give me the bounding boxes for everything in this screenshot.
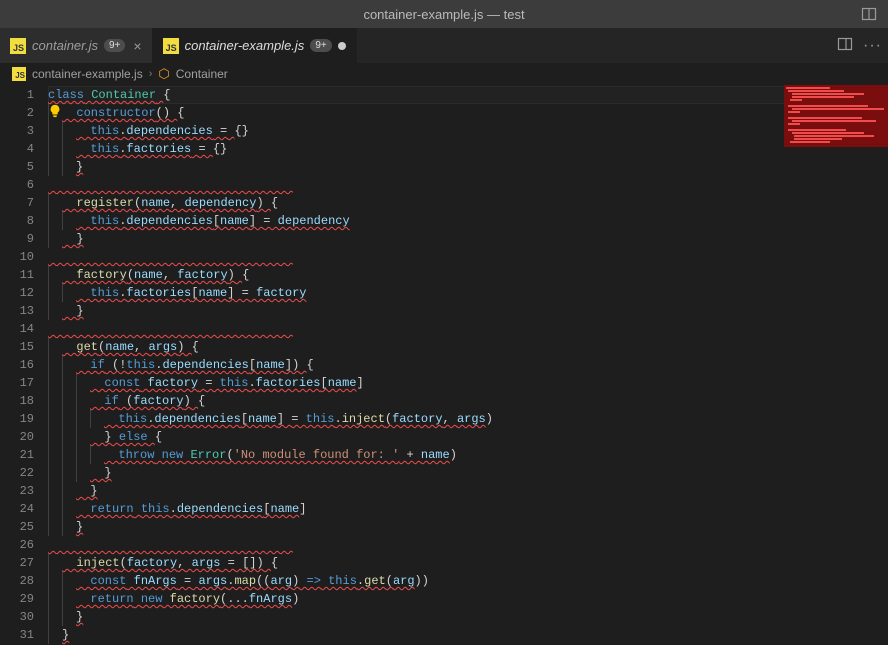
- line-number: 27: [0, 554, 34, 572]
- line-number: 7: [0, 194, 34, 212]
- lightbulb-icon[interactable]: [48, 104, 62, 118]
- line-number: 30: [0, 608, 34, 626]
- class-symbol-icon: ⬡: [158, 66, 169, 82]
- code-line[interactable]: [48, 176, 888, 194]
- line-number: 31: [0, 626, 34, 644]
- split-layout-icon[interactable]: [858, 3, 880, 25]
- line-number: 18: [0, 392, 34, 410]
- line-number: 20: [0, 428, 34, 446]
- code-line[interactable]: this.dependencies[name] = this.inject(fa…: [48, 410, 888, 428]
- chevron-right-icon: ›: [149, 68, 153, 80]
- code-line[interactable]: this.dependencies = {}: [48, 122, 888, 140]
- code-line[interactable]: }: [48, 302, 888, 320]
- tab[interactable]: JS container-example.js 9+: [153, 28, 357, 63]
- problems-badge: 9+: [310, 39, 331, 52]
- code-line[interactable]: } else {: [48, 428, 888, 446]
- code-line[interactable]: [48, 248, 888, 266]
- line-number: 3: [0, 122, 34, 140]
- line-number: 15: [0, 338, 34, 356]
- line-number: 21: [0, 446, 34, 464]
- line-number: 5: [0, 158, 34, 176]
- line-number: 9: [0, 230, 34, 248]
- code-line[interactable]: }: [48, 608, 888, 626]
- line-number: 2: [0, 104, 34, 122]
- code-line[interactable]: this.factories = {}: [48, 140, 888, 158]
- tab-label: container-example.js: [185, 38, 305, 53]
- line-number: 25: [0, 518, 34, 536]
- editor[interactable]: 1234567891011121314151617181920212223242…: [0, 85, 888, 645]
- line-number: 19: [0, 410, 34, 428]
- code-line[interactable]: get(name, args) {: [48, 338, 888, 356]
- code-line[interactable]: inject(factory, args = []) {: [48, 554, 888, 572]
- dirty-indicator-icon: [338, 42, 346, 50]
- code-line[interactable]: this.factories[name] = factory: [48, 284, 888, 302]
- line-number: 11: [0, 266, 34, 284]
- code-line[interactable]: factory(name, factory) {: [48, 266, 888, 284]
- breadcrumb-symbol[interactable]: Container: [176, 67, 228, 81]
- code-line[interactable]: }: [48, 230, 888, 248]
- line-number: 8: [0, 212, 34, 230]
- code-line[interactable]: if (factory) {: [48, 392, 888, 410]
- titlebar-actions: [858, 3, 880, 25]
- code-line[interactable]: [48, 536, 888, 554]
- split-editor-icon[interactable]: [837, 36, 853, 55]
- code-line[interactable]: register(name, dependency) {: [48, 194, 888, 212]
- minimap[interactable]: [784, 85, 888, 147]
- line-number: 13: [0, 302, 34, 320]
- line-number: 26: [0, 536, 34, 554]
- tab-bar: JS container.js 9+ × JS container-example.js 9…: [0, 28, 888, 63]
- tab[interactable]: JS container.js 9+ ×: [0, 28, 153, 63]
- tab-label: container.js: [32, 38, 98, 53]
- line-number: 29: [0, 590, 34, 608]
- more-actions-icon[interactable]: ···: [863, 37, 882, 55]
- code-line[interactable]: [48, 320, 888, 338]
- editor-actions: ···: [837, 28, 882, 63]
- problems-badge: 9+: [104, 39, 125, 52]
- code-line[interactable]: const fnArgs = args.map((arg) => this.ge…: [48, 572, 888, 590]
- code-line[interactable]: }: [48, 158, 888, 176]
- code-line[interactable]: if (!this.dependencies[name]) {: [48, 356, 888, 374]
- line-number: 16: [0, 356, 34, 374]
- js-file-icon: JS: [163, 38, 179, 54]
- code-line[interactable]: class Container {: [48, 86, 888, 104]
- breadcrumb[interactable]: JS container-example.js › ⬡ Container: [0, 63, 888, 85]
- code-line[interactable]: }: [48, 518, 888, 536]
- close-tab-icon[interactable]: ×: [131, 38, 141, 54]
- line-number: 6: [0, 176, 34, 194]
- line-number: 12: [0, 284, 34, 302]
- js-file-icon: JS: [10, 38, 26, 54]
- line-number-gutter: 1234567891011121314151617181920212223242…: [0, 85, 48, 645]
- code-line[interactable]: return this.dependencies[name]: [48, 500, 888, 518]
- line-number: 10: [0, 248, 34, 266]
- code-line[interactable]: }: [48, 626, 888, 644]
- code-line[interactable]: throw new Error('No module found for: ' …: [48, 446, 888, 464]
- line-number: 28: [0, 572, 34, 590]
- line-number: 24: [0, 500, 34, 518]
- line-number: 17: [0, 374, 34, 392]
- js-file-icon: JS: [12, 67, 26, 81]
- code-area[interactable]: class Container { constructor() { this.d…: [48, 85, 888, 645]
- code-line[interactable]: constructor() {: [48, 104, 888, 122]
- line-number: 4: [0, 140, 34, 158]
- code-line[interactable]: }: [48, 464, 888, 482]
- title-bar: container-example.js — test: [0, 0, 888, 28]
- breadcrumb-file[interactable]: container-example.js: [32, 67, 143, 81]
- line-number: 22: [0, 464, 34, 482]
- code-line[interactable]: return new factory(...fnArgs): [48, 590, 888, 608]
- line-number: 1: [0, 86, 34, 104]
- code-line[interactable]: }: [48, 482, 888, 500]
- window-title: container-example.js — test: [363, 7, 524, 22]
- line-number: 14: [0, 320, 34, 338]
- line-number: 23: [0, 482, 34, 500]
- code-line[interactable]: this.dependencies[name] = dependency: [48, 212, 888, 230]
- code-line[interactable]: const factory = this.factories[name]: [48, 374, 888, 392]
